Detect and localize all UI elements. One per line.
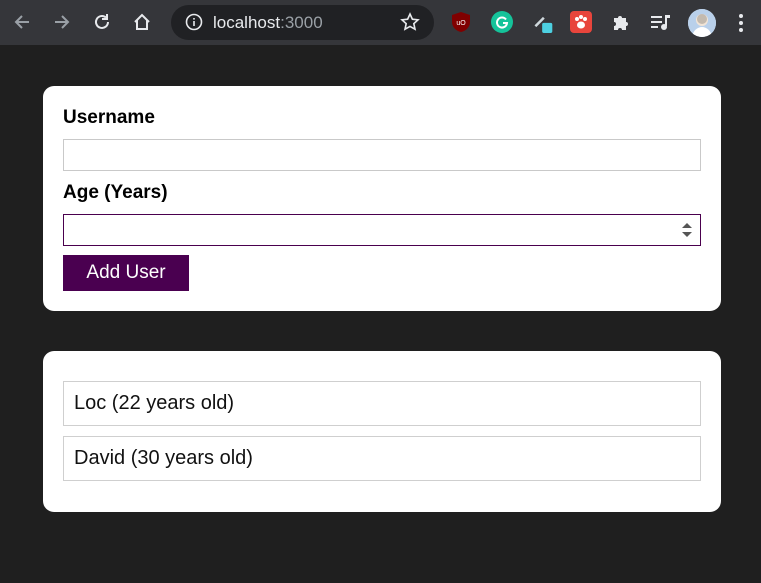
user-list-item[interactable]: David (30 years old) xyxy=(63,436,701,481)
colorpicker-extension-icon[interactable] xyxy=(532,11,554,33)
user-list-item[interactable]: Loc (22 years old) xyxy=(63,381,701,426)
site-info-icon[interactable] xyxy=(185,13,203,36)
profile-avatar[interactable] xyxy=(688,9,716,37)
paw-extension-icon[interactable] xyxy=(570,11,592,33)
back-arrow-icon xyxy=(14,15,29,29)
home-button[interactable] xyxy=(127,7,157,37)
ublock-extension-icon[interactable]: uO xyxy=(450,11,472,33)
url-text: localhost:3000 xyxy=(213,13,323,32)
forward-arrow-icon xyxy=(55,15,70,29)
forward-button[interactable] xyxy=(47,7,77,37)
svg-text:uO: uO xyxy=(456,20,466,27)
username-label: Username xyxy=(63,107,155,128)
users-list-card: Loc (22 years old) David (30 years old) xyxy=(43,351,721,512)
grammarly-extension-icon[interactable] xyxy=(491,11,513,33)
bookmark-star-icon[interactable] xyxy=(400,12,420,37)
back-button[interactable] xyxy=(7,7,37,37)
add-user-button[interactable]: Add User xyxy=(63,255,189,291)
reload-icon xyxy=(95,14,109,29)
number-spinner-icon[interactable] xyxy=(681,221,693,239)
browser-toolbar: localhost:3000 uO xyxy=(0,0,761,45)
add-user-form-card: Username Age (Years) Add User xyxy=(43,86,721,311)
media-playlist-icon[interactable] xyxy=(650,11,672,33)
address-bar[interactable]: localhost:3000 xyxy=(171,5,434,40)
extensions-puzzle-icon[interactable] xyxy=(610,11,632,33)
age-label: Age (Years) xyxy=(63,182,168,203)
reload-button[interactable] xyxy=(87,7,117,37)
home-icon xyxy=(134,13,150,30)
username-input[interactable] xyxy=(63,139,701,171)
url-port: :3000 xyxy=(280,13,323,32)
url-host: localhost xyxy=(213,13,281,32)
browser-menu-icon[interactable] xyxy=(731,9,751,37)
age-input[interactable] xyxy=(63,214,701,246)
